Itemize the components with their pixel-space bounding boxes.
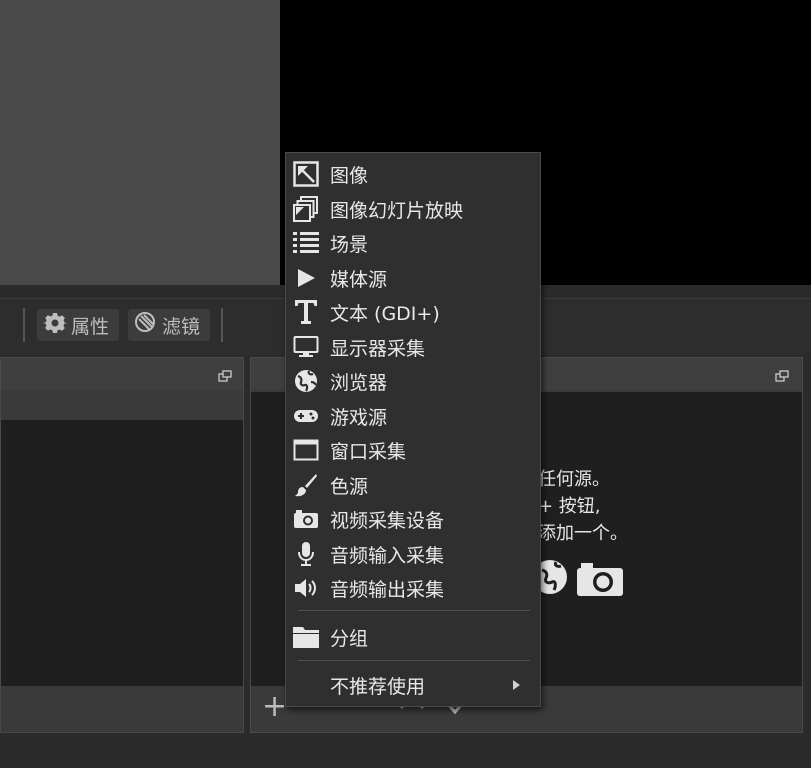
menu-separator	[298, 610, 530, 611]
menu-item-game-capture[interactable]: 游戏源	[286, 399, 540, 433]
menu-item-label: 图像幻灯片放映	[330, 199, 464, 222]
menu-item-label: 音频输出采集	[330, 578, 445, 601]
menu-item-label: 窗口采集	[330, 440, 407, 463]
play-icon	[292, 264, 320, 292]
folder-icon	[292, 623, 320, 651]
menu-item-label: 视频采集设备	[330, 509, 445, 532]
chevron-right-icon	[513, 680, 520, 690]
menu-item-label: 场景	[330, 233, 369, 256]
scenes-list[interactable]	[1, 392, 243, 686]
menu-item-browser[interactable]: 浏览器	[286, 364, 540, 398]
monitor-icon	[292, 333, 320, 361]
menu-item-audio-output-capture[interactable]: 音频输出采集	[286, 571, 540, 605]
toolbar-separator	[23, 308, 25, 342]
menu-item-window-capture[interactable]: 窗口采集	[286, 433, 540, 467]
menu-item-color-source[interactable]: 色源	[286, 468, 540, 502]
menu-item-label: 分组	[330, 627, 369, 650]
add-source-context-menu: 图像 图像幻灯片放映 场景 媒体源 文本 (GDI+) 显示器采集 浏览器 游戏…	[285, 152, 541, 707]
scenes-dock-header	[1, 358, 243, 390]
slideshow-icon	[292, 195, 320, 223]
text-icon	[292, 298, 320, 326]
properties-label: 属性	[71, 315, 110, 338]
hint-line: 添加一个。	[538, 523, 628, 544]
hint-line: + 按钮,	[538, 496, 601, 517]
properties-button[interactable]: 属性	[37, 309, 119, 341]
menu-item-deprecated[interactable]: 不推荐使用	[286, 668, 540, 702]
menu-separator	[298, 660, 530, 661]
speaker-icon	[292, 574, 320, 602]
menu-item-audio-input-capture[interactable]: 音频输入采集	[286, 537, 540, 571]
menu-item-group[interactable]: 分组	[286, 620, 540, 654]
add-icon[interactable]: +	[262, 690, 287, 724]
menu-item-video-capture-device[interactable]: 视频采集设备	[286, 502, 540, 536]
menu-item-label: 媒体源	[330, 268, 388, 291]
menu-item-image-slideshow[interactable]: 图像幻灯片放映	[286, 192, 540, 226]
menu-item-scene[interactable]: 场景	[286, 226, 540, 260]
scenes-dock	[0, 357, 244, 733]
menu-item-label: 音频输入采集	[330, 544, 445, 567]
menu-item-text[interactable]: 文本 (GDI+)	[286, 295, 540, 329]
camera-icon	[575, 560, 625, 602]
microphone-icon	[292, 540, 320, 568]
menu-item-label: 不推荐使用	[330, 675, 426, 698]
float-window-icon[interactable]	[775, 367, 789, 382]
menu-item-media-source[interactable]: 媒体源	[286, 261, 540, 295]
sources-toolbar: +	[262, 690, 287, 724]
bottom-strip	[0, 735, 811, 768]
window-icon	[292, 436, 320, 464]
brush-icon	[292, 471, 320, 499]
float-window-icon[interactable]	[218, 367, 232, 382]
menu-item-label: 色源	[330, 475, 369, 498]
menu-item-image[interactable]: 图像	[286, 157, 540, 191]
selected-scene-row[interactable]	[1, 392, 243, 420]
filters-label: 滤镜	[162, 315, 201, 338]
toolbar-separator	[221, 308, 223, 342]
filters-button[interactable]: 滤镜	[128, 309, 210, 341]
image-icon	[292, 160, 320, 188]
hint-line: 任何源。	[538, 469, 610, 490]
scene-list-icon	[292, 229, 320, 257]
gear-icon	[43, 311, 67, 340]
filter-icon	[134, 311, 158, 340]
globe-icon	[533, 556, 570, 602]
menu-item-label: 浏览器	[330, 371, 388, 394]
menu-item-label: 游戏源	[330, 406, 388, 429]
menu-item-label: 图像	[330, 164, 369, 187]
menu-item-display-capture[interactable]: 显示器采集	[286, 330, 540, 364]
gamepad-icon	[292, 402, 320, 430]
menu-item-label: 显示器采集	[330, 337, 426, 360]
camera-icon	[292, 505, 320, 533]
menu-item-label: 文本 (GDI+)	[330, 302, 440, 325]
preview-canvas-gray	[0, 0, 280, 285]
sources-empty-hint: 任何源。 + 按钮, 添加一个。	[538, 466, 658, 547]
globe-icon	[292, 367, 320, 395]
